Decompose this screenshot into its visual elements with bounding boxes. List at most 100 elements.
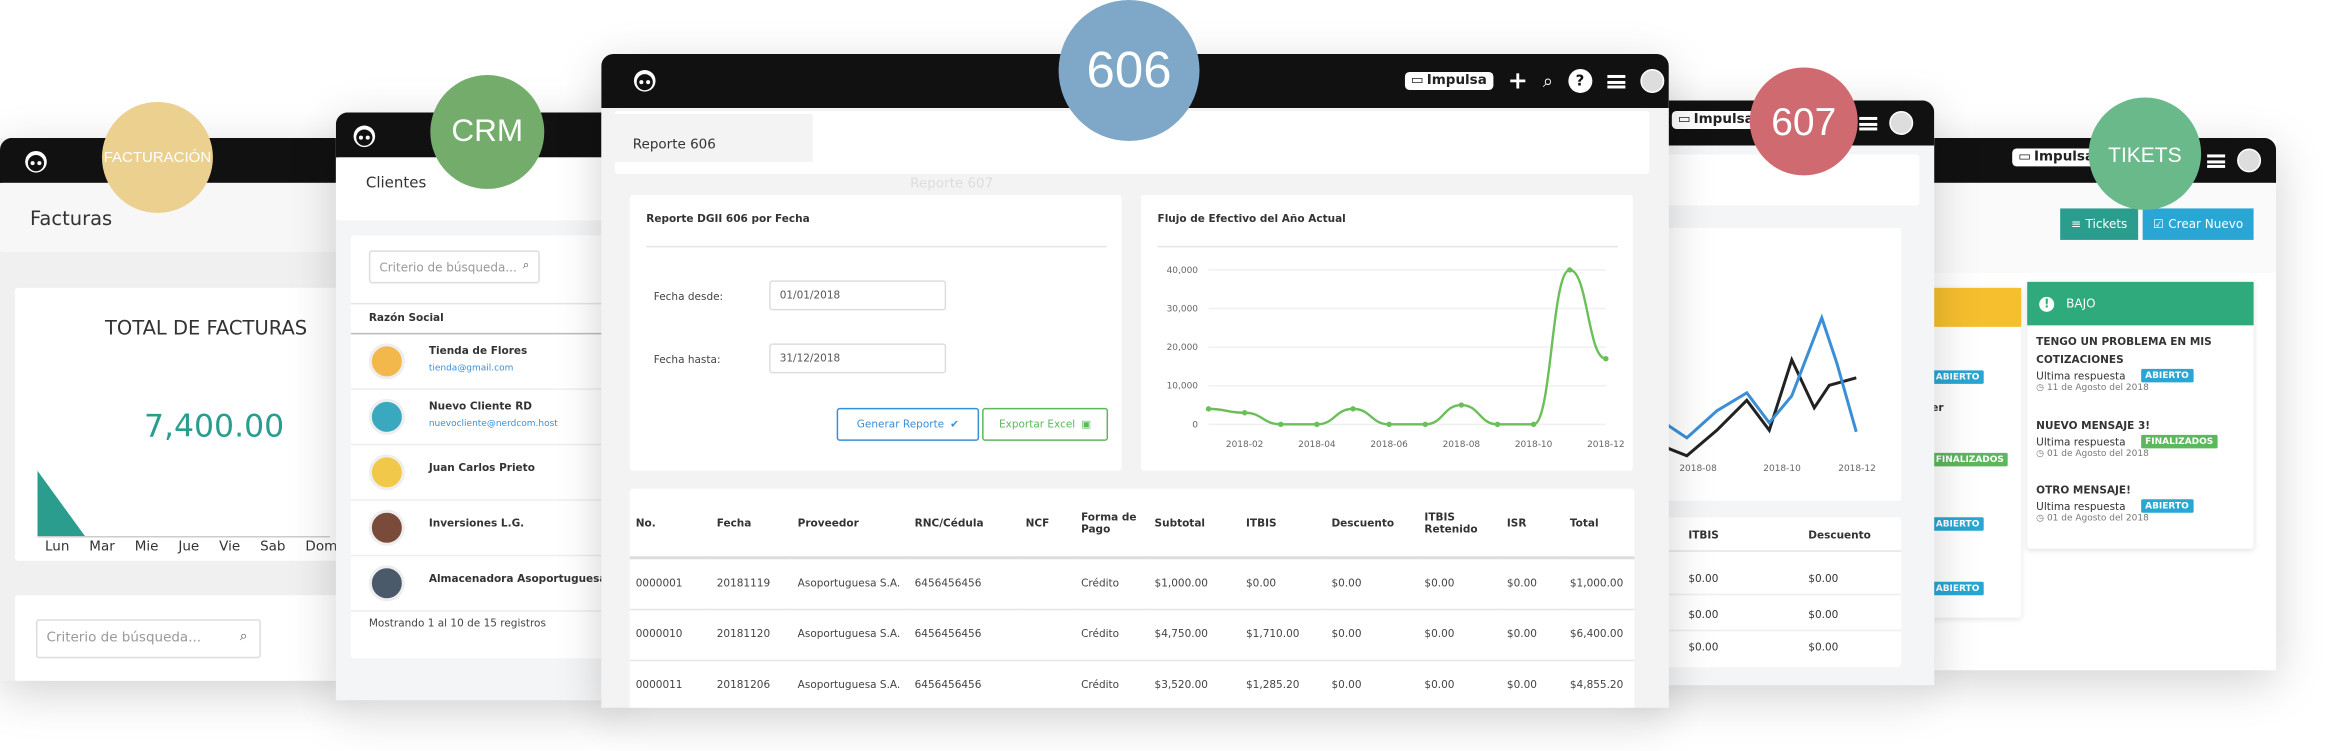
- x-tick-label: 2018-10: [1515, 440, 1553, 450]
- client-row[interactable]: Tienda de Flores tienda@gmail.com: [350, 334, 621, 390]
- client-row[interactable]: Inversiones L.G.: [350, 501, 621, 557]
- table-cell: $4,855.20: [1569, 679, 1624, 692]
- report-table-card: No. Fecha Proveedor RNC/Cédula NCF Forma de P…: [629, 488, 1635, 708]
- menu-icon[interactable]: [2207, 153, 2226, 168]
- table-row[interactable]: $0.00 $0.00: [1634, 598, 1902, 632]
- table-row[interactable]: $0.00 $0.00: [1634, 562, 1902, 596]
- column-header: ITBIS Retenido: [1424, 510, 1478, 535]
- data-point: [1205, 406, 1212, 412]
- search-input[interactable]: Criterio de búsqueda... ⌕: [35, 619, 261, 659]
- crm-bubble: CRM: [430, 74, 545, 189]
- menu-icon[interactable]: [1859, 116, 1878, 130]
- x-tick-label: 2018-12: [1587, 440, 1625, 450]
- export-excel-button[interactable]: Exportar Excel ▣: [982, 407, 1109, 441]
- search-icon[interactable]: ⌕: [1543, 70, 1553, 92]
- avatar[interactable]: [2237, 148, 2262, 173]
- youtube-icon: ▭: [1677, 112, 1691, 128]
- x-tick-label: 2018-08: [1679, 464, 1717, 474]
- table-cell: 20181119: [716, 577, 771, 590]
- table-header-row: No. Fecha Proveedor RNC/Cédula NCF Forma de P…: [629, 489, 1635, 558]
- app-logo-icon: [353, 125, 376, 148]
- breadcrumb-tab[interactable]: Reporte 606: [614, 113, 813, 162]
- y-tick-label: 30,000: [1167, 305, 1199, 315]
- table-row[interactable]: 0000010 20181120 Asoportuguesa S.A. 6456456…: [629, 609, 1635, 660]
- x-tick-label: 2018-06: [1370, 440, 1408, 450]
- date-to-input[interactable]: 31/12/2018: [769, 343, 947, 374]
- table-cell: 20181120: [716, 628, 771, 641]
- page-title: Facturas: [29, 208, 113, 231]
- alert-icon: !: [2039, 296, 2055, 312]
- client-email[interactable]: nuevocliente@nerdcom.host: [429, 418, 558, 428]
- ticket-column-left: ABIERTO er FINALIZADOS ABIERTO ABIERTO: [1922, 287, 2022, 618]
- panel-header: ! BAJO: [2027, 281, 2254, 326]
- menu-icon[interactable]: [1606, 74, 1625, 88]
- client-row[interactable]: Nuevo Cliente RD nuevocliente@nerdcom.hos…: [350, 390, 621, 446]
- cashflow-line-chart: 40,000 30,000 20,000 10,000 0 2018-02 2018-04 2…: [1167, 266, 1625, 450]
- impulsa-button[interactable]: ▭ Impulsa: [1671, 110, 1760, 129]
- r607-chart-card: 2018-08 2018-10 2018-12: [1634, 227, 1902, 501]
- ticket-item[interactable]: NUEVO MENSAJE 3! Ultima respuesta FINALIZ…: [2036, 417, 2246, 459]
- client-row[interactable]: Juan Carlos Prieto: [350, 445, 621, 501]
- table-cell: Crédito: [1081, 679, 1120, 692]
- client-name: Inversiones L.G.: [428, 517, 525, 530]
- table-cell: $1,285.20: [1246, 679, 1300, 692]
- data-point: [1241, 410, 1248, 416]
- table-cell: Crédito: [1081, 628, 1120, 641]
- column-header: Proveedor: [797, 516, 859, 529]
- generate-report-button[interactable]: Generar Reporte ✔: [836, 407, 980, 441]
- table-cell: $0.00: [1331, 628, 1362, 641]
- impulsa-button[interactable]: ▭ Impulsa: [2012, 148, 2101, 167]
- y-tick-label: 40,000: [1167, 266, 1199, 276]
- table-cell: 6456456456: [914, 628, 982, 641]
- search-input[interactable]: Criterio de búsqueda... ⌕: [368, 250, 540, 284]
- crm-window: Clientes Criterio de búsqueda... ⌕ Razón…: [335, 112, 621, 701]
- ticket-item[interactable]: TENGO UN PROBLEMA EN MIS COTIZACIONES Ul…: [2036, 333, 2246, 393]
- impulsa-button[interactable]: ▭ Impulsa: [1404, 71, 1493, 90]
- table-row[interactable]: 0000001 20181119 Asoportuguesa S.A. 6456456…: [629, 558, 1635, 609]
- create-new-button[interactable]: ☑ Crear Nuevo: [2142, 208, 2254, 240]
- tickets-button[interactable]: ≡ Tickets: [2060, 208, 2139, 240]
- avatar[interactable]: [1889, 110, 1914, 135]
- client-row[interactable]: Almacenadora Asoportuguesa: [350, 556, 621, 612]
- table-cell: $0.00: [1331, 577, 1362, 590]
- to-label: Fecha hasta:: [653, 353, 721, 366]
- table-cell: [1020, 660, 1075, 708]
- table-cell: Asoportuguesa S.A.: [797, 679, 901, 692]
- x-tick-label: 2018-12: [1838, 464, 1876, 474]
- client-name: Juan Carlos Prieto: [428, 461, 535, 474]
- ticket-column-bajo: ! BAJO TENGO UN PROBLEMA EN MIS COTIZACI…: [2027, 281, 2254, 549]
- data-point: [1567, 267, 1573, 273]
- table-cell: 0000001: [635, 577, 683, 590]
- r607-window: ▭ Impulsa 2018-08 2018-10 2018-12 ITBIS D…: [1634, 100, 1935, 686]
- column-header: Descuento: [1808, 529, 1871, 542]
- data-point: [1494, 421, 1501, 428]
- help-icon[interactable]: ?: [1567, 68, 1592, 93]
- y-tick-label: 20,000: [1167, 343, 1199, 353]
- column-header: NCF: [1025, 516, 1050, 529]
- cashflow-chart-card: Flujo de Efectivo del Año Actual 40,000 3…: [1141, 194, 1633, 471]
- ticket-item[interactable]: OTRO MENSAJE! Ultima respuesta ABIERTO ◷ …: [2036, 481, 2246, 523]
- data-point: [1530, 421, 1537, 428]
- x-tick-label: 2018-02: [1226, 440, 1264, 450]
- date-from-input[interactable]: 01/01/2018: [769, 280, 947, 311]
- avatar[interactable]: [1639, 68, 1664, 93]
- facturacion-bubble: FACTURACIÓN: [101, 101, 213, 213]
- table-cell: Asoportuguesa S.A.: [797, 577, 901, 590]
- table-cell: Crédito: [1081, 577, 1120, 590]
- table-row[interactable]: 0000011 20181206 Asoportuguesa S.A. 6456456…: [630, 660, 1635, 708]
- excel-icon: ▣: [1081, 418, 1092, 431]
- data-point: [1603, 355, 1609, 362]
- area-series: [37, 470, 86, 537]
- data-point: [1278, 421, 1284, 428]
- add-icon[interactable]: +: [1508, 68, 1528, 92]
- client-email[interactable]: tienda@gmail.com: [429, 363, 514, 373]
- column-header: Fecha: [716, 516, 752, 529]
- table-row[interactable]: $0.00 $0.00: [1634, 634, 1901, 664]
- series-black: [1663, 355, 1857, 458]
- edit-icon: ☑: [2153, 217, 2164, 231]
- youtube-icon: ▭: [1410, 73, 1424, 89]
- clock-icon: ◷: [2036, 448, 2045, 459]
- table-cell: $0.00: [1424, 679, 1455, 692]
- total-card: TOTAL DE FACTURAS 7,400.00 Lun Mar Mie Jue V…: [14, 287, 345, 561]
- table-cell: 20181206: [716, 679, 771, 692]
